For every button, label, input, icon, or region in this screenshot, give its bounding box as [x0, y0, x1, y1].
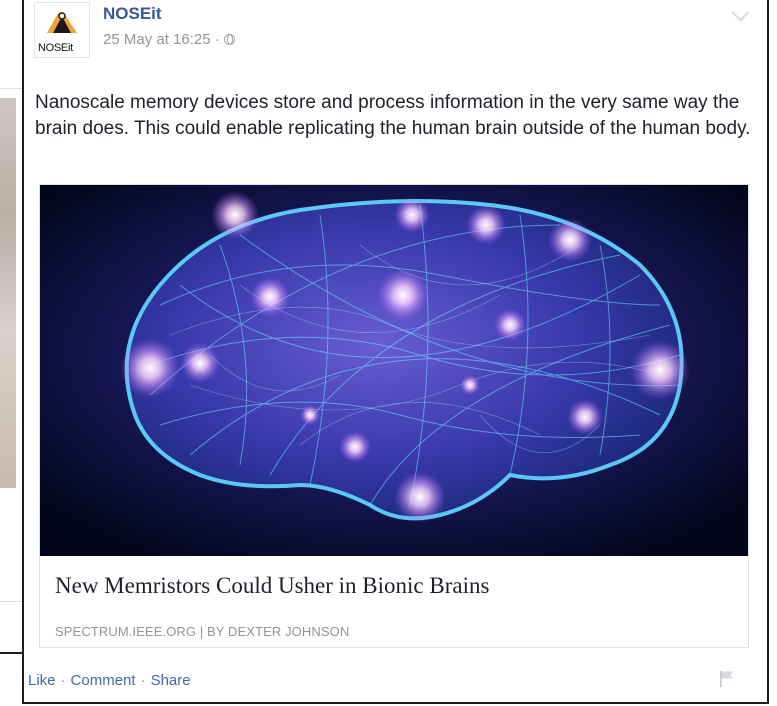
action-separator: · [140, 672, 146, 689]
divider [0, 652, 22, 654]
noseit-logo-icon [47, 12, 77, 33]
post-card: NOSEit NOSEit 25 May at 16:25 · Nanoscal… [22, 0, 769, 704]
link-title[interactable]: New Memristors Could Usher in Bionic Bra… [55, 573, 489, 599]
globe-icon[interactable] [223, 34, 235, 45]
timestamp-separator: · [214, 31, 220, 48]
like-button[interactable]: Like [28, 672, 56, 689]
post-text: Nanoscale memory devices store and proce… [35, 92, 751, 139]
avatar-label: NOSEit [38, 42, 73, 54]
link-preview-card[interactable]: New Memristors Could Usher in Bionic Bra… [39, 184, 749, 648]
link-preview-image[interactable] [40, 185, 748, 556]
share-button[interactable]: Share [151, 672, 191, 689]
avatar[interactable]: NOSEit [34, 2, 90, 58]
brain-image [40, 185, 748, 556]
chevron-down-icon[interactable] [731, 3, 750, 22]
timestamp-link[interactable]: 25 May at 16:25 [103, 31, 211, 48]
post-actions: Like · Comment · Share [28, 672, 191, 689]
link-source: SPECTRUM.IEEE.ORG | BY DEXTER JOHNSON [55, 624, 350, 639]
neighbor-post-photo [0, 98, 16, 488]
action-separator: · [60, 672, 66, 689]
page-name-link[interactable]: NOSEit [103, 4, 162, 24]
flag-icon[interactable] [719, 670, 735, 688]
comment-button[interactable]: Comment [71, 672, 136, 689]
post-meta: 25 May at 16:25 · [103, 31, 235, 48]
